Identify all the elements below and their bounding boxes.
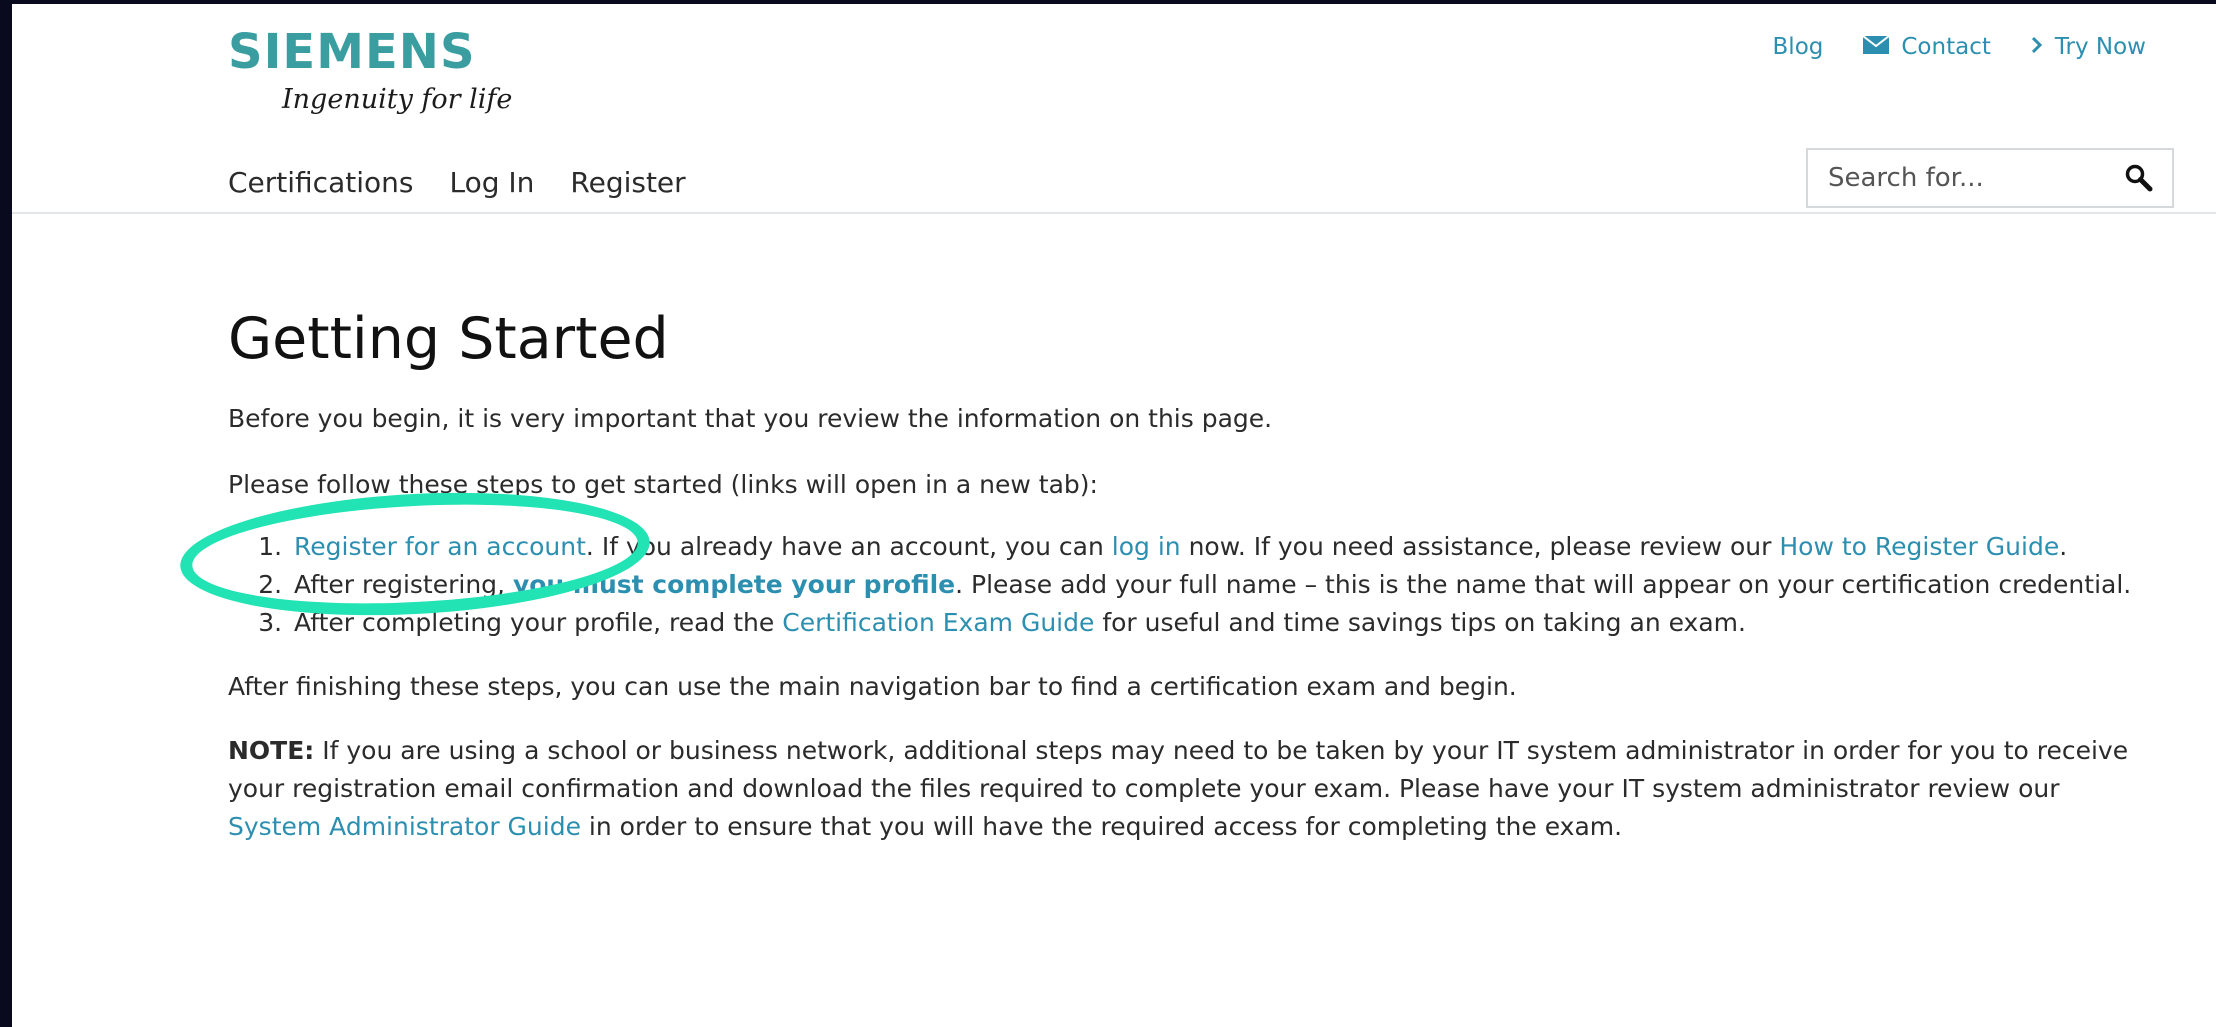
- note-body-end: in order to ensure that you will have th…: [580, 812, 1623, 841]
- step-text: After registering,: [294, 570, 513, 599]
- envelope-icon: [1862, 34, 1890, 60]
- nav-item-register[interactable]: Register: [570, 166, 685, 199]
- try-now-link[interactable]: Try Now: [2031, 34, 2146, 60]
- search-icon[interactable]: [2124, 163, 2154, 193]
- step-text: . If you already have an account, you ca…: [585, 532, 1112, 561]
- step-text: for useful and time savings tips on taki…: [1094, 608, 1746, 637]
- try-now-link-label: Try Now: [2054, 34, 2146, 60]
- step-text: . Please add your full name – this is th…: [955, 570, 2132, 599]
- note-text: NOTE: If you are using a school or busin…: [228, 732, 2148, 846]
- search-input[interactable]: [1808, 162, 2120, 194]
- logo-wordmark: SIEMENS: [228, 24, 476, 80]
- after-text: After finishing these steps, you can use…: [228, 672, 1517, 701]
- steps-list: Register for an account. If you already …: [228, 528, 2148, 642]
- main-nav: Certifications Log In Register: [228, 166, 686, 199]
- log-in-link[interactable]: log in: [1112, 532, 1181, 561]
- browser-page: SIEMENS Ingenuity for life Blog Contact …: [12, 4, 2216, 1027]
- step-text: now. If you need assistance, please revi…: [1180, 532, 1780, 561]
- intro-text: Before you begin, it is very important t…: [228, 404, 1273, 433]
- list-item: Register for an account. If you already …: [290, 528, 2148, 566]
- register-account-link[interactable]: Register for an account: [294, 532, 586, 561]
- contact-link-label: Contact: [1901, 34, 1991, 60]
- step-text: After completing your profile, read the: [294, 608, 783, 637]
- nav-item-certifications[interactable]: Certifications: [228, 166, 413, 199]
- logo-tagline: Ingenuity for life: [282, 84, 513, 115]
- complete-profile-link[interactable]: you must complete your profile: [513, 570, 955, 599]
- note-body: If you are using a school or business ne…: [228, 736, 2129, 803]
- page-title: Getting Started: [228, 306, 669, 372]
- utility-links: Blog Contact Try Now: [1773, 34, 2146, 60]
- nav-item-log-in[interactable]: Log In: [449, 166, 534, 199]
- site-header: SIEMENS Ingenuity for life Blog Contact …: [12, 4, 2216, 214]
- search-box: [1806, 148, 2174, 208]
- list-item: After registering, you must complete you…: [290, 566, 2148, 604]
- blog-link-label: Blog: [1772, 34, 1824, 60]
- note-label: NOTE:: [228, 736, 315, 765]
- exam-guide-link[interactable]: Certification Exam Guide: [782, 608, 1094, 637]
- siemens-logo[interactable]: SIEMENS Ingenuity for life: [228, 26, 512, 115]
- register-guide-link[interactable]: How to Register Guide: [1779, 532, 2059, 561]
- chevron-right-icon: [2031, 34, 2043, 60]
- list-item: After completing your profile, read the …: [290, 604, 2148, 642]
- main-content: Getting Started Before you begin, it is …: [228, 304, 2148, 846]
- contact-link[interactable]: Contact: [1862, 34, 1991, 60]
- instructions-text: Please follow these steps to get started…: [228, 470, 1098, 499]
- step-text: .: [2059, 532, 2068, 561]
- sysadmin-guide-link[interactable]: System Administrator Guide: [228, 812, 581, 841]
- blog-link[interactable]: Blog: [1773, 34, 1824, 60]
